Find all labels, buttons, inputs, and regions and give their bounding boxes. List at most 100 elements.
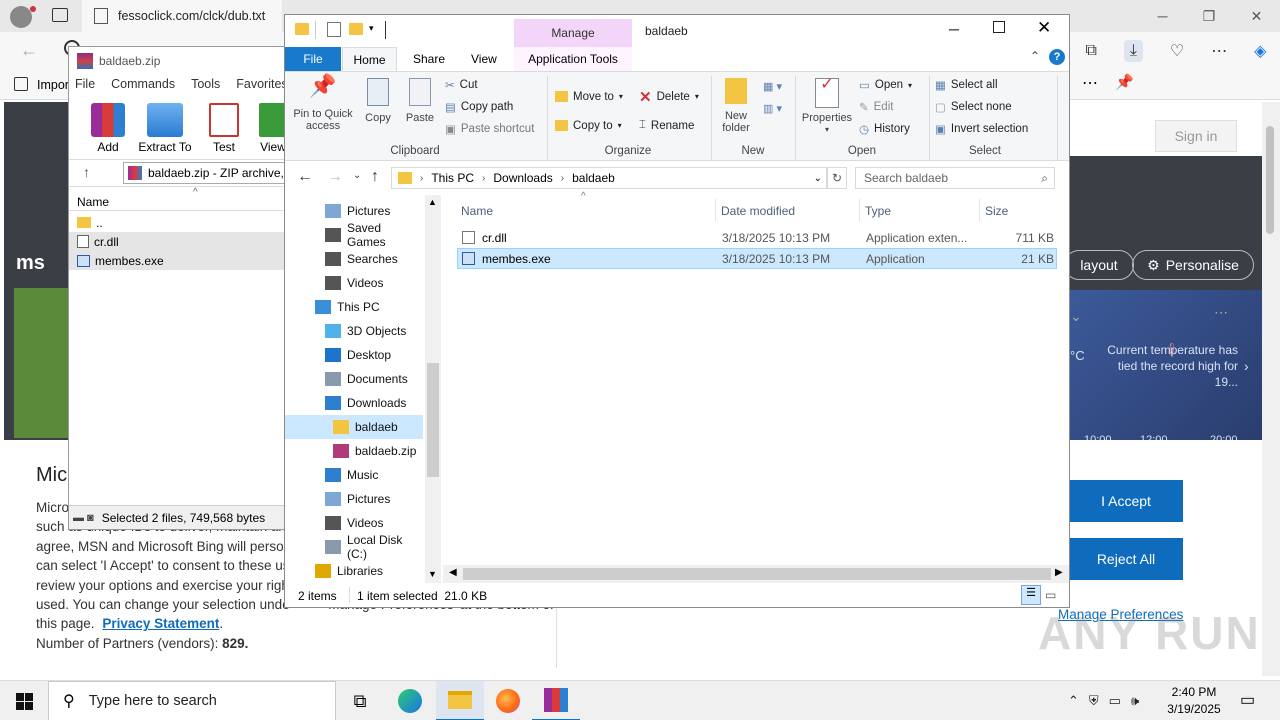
explorer-title-bar[interactable]: ▾ Manage baldaeb ─ ✕ <box>285 15 1069 47</box>
test-button[interactable]: Test <box>201 103 247 153</box>
tab-share[interactable]: Share <box>413 52 445 66</box>
nav-item[interactable]: Pictures <box>285 199 423 223</box>
history-button[interactable]: ◷ History <box>859 118 912 140</box>
properties-button[interactable]: ✓ Properties ▾ <box>799 77 855 136</box>
collapse-ribbon-icon[interactable]: ⌃ <box>1030 49 1040 63</box>
large-icons-view-icon[interactable]: ▭ <box>1045 588 1056 602</box>
tab-file[interactable]: File <box>285 47 341 71</box>
invert-selection-button[interactable]: ▣ Invert selection <box>935 118 1028 140</box>
scrollbar-thumb[interactable] <box>1266 126 1274 234</box>
nav-item[interactable]: baldaeb <box>285 415 423 439</box>
name-column-header[interactable]: Name <box>77 195 109 209</box>
help-icon[interactable]: ? <box>1049 49 1065 65</box>
copy-path-button[interactable]: ▤ Copy path <box>445 96 534 118</box>
table-row[interactable]: cr.dll 3/18/2025 10:13 PM Application exte… <box>457 227 1057 248</box>
date-column-header[interactable]: Date modified <box>721 204 795 218</box>
signin-button[interactable]: Sign in <box>1155 120 1237 152</box>
tab-home[interactable]: Home <box>342 47 397 72</box>
move-to-button[interactable]: Move to ▾ <box>555 82 623 111</box>
manage-context-tab[interactable]: Manage <box>514 19 632 47</box>
scroll-right-icon[interactable]: ▶ <box>1055 567 1063 578</box>
easy-access-icon[interactable]: ▥ ▾ <box>763 98 782 120</box>
menu-commands[interactable]: Commands <box>111 77 175 91</box>
cut-button[interactable]: ✂ Cut <box>445 74 534 96</box>
volume-icon[interactable]: 🕪 <box>1131 693 1139 709</box>
new-item-icon[interactable]: ▦ ▾ <box>763 76 782 98</box>
rename-button[interactable]: ⌶ Rename <box>639 111 699 140</box>
task-view-button[interactable]: ⧉ <box>336 681 384 720</box>
nav-item[interactable]: baldaeb.zip <box>285 439 423 463</box>
nav-item[interactable]: Videos <box>285 271 423 295</box>
nav-item[interactable]: Libraries <box>285 559 423 583</box>
minimize-icon[interactable]: ─ <box>949 21 959 37</box>
type-column-header[interactable]: Type <box>865 204 891 218</box>
restore-icon[interactable]: ❐ <box>1203 8 1216 25</box>
breadcrumb-baldaeb[interactable]: baldaeb <box>572 171 615 185</box>
more-icon[interactable]: ⋯ <box>1082 73 1098 93</box>
start-button[interactable] <box>0 681 48 720</box>
minimize-icon[interactable]: ─ <box>1158 8 1168 24</box>
details-view-icon[interactable]: ☰ <box>1021 585 1041 605</box>
up-arrow-icon[interactable]: ↑ <box>83 164 90 180</box>
import-favorites-link[interactable]: Impor <box>37 78 69 92</box>
name-column-header[interactable]: Name <box>461 204 493 218</box>
file-explorer-taskbar-button[interactable] <box>436 681 484 720</box>
nav-item[interactable]: This PC <box>285 295 423 319</box>
more-icon[interactable]: ⋯ <box>1211 41 1227 61</box>
paste-shortcut-button[interactable]: ▣ Paste shortcut <box>445 118 534 140</box>
winrar-taskbar-button[interactable] <box>532 681 580 720</box>
edge-taskbar-button[interactable] <box>386 681 434 720</box>
back-icon[interactable]: ← <box>297 168 313 186</box>
collections-icon[interactable]: ⧉ <box>1085 42 1096 60</box>
nav-scrollbar[interactable]: ▲ ▼ <box>425 195 441 583</box>
refresh-button[interactable]: ↻ <box>827 167 847 189</box>
winrar-path-field[interactable]: baldaeb.zip - ZIP archive, <box>123 162 293 184</box>
weather-expand-icon[interactable]: ⌄ <box>1070 308 1082 325</box>
close-icon[interactable]: ✕ <box>1251 8 1263 25</box>
nav-item[interactable]: Music <box>285 463 423 487</box>
nav-item[interactable]: Searches <box>285 247 423 271</box>
scrollbar-thumb[interactable] <box>427 363 439 477</box>
menu-tools[interactable]: Tools <box>191 77 220 91</box>
nav-item[interactable]: Local Disk (C:) <box>285 533 423 561</box>
address-dropdown-icon[interactable]: ⌄ <box>814 173 822 184</box>
copilot-icon[interactable]: ◈ <box>1254 41 1266 61</box>
open-button[interactable]: ▭ Open ▾ <box>859 74 912 96</box>
extract-to-button[interactable]: Extract To <box>137 103 193 153</box>
pin-to-quick-access-button[interactable]: 📌 Pin to Quick access <box>289 75 357 133</box>
list-item[interactable]: cr.dll <box>69 232 285 251</box>
table-row[interactable]: membes.exe 3/18/2025 10:13 PM Application 2… <box>457 248 1057 269</box>
menu-file[interactable]: File <box>75 77 95 91</box>
layout-button[interactable]: layout <box>1064 250 1134 280</box>
edit-button[interactable]: ✎ Edit <box>859 96 912 118</box>
customize-quick-access-icon[interactable]: ▾ <box>369 23 374 34</box>
winrar-title-bar[interactable]: baldaeb.zip <box>69 47 285 75</box>
new-folder-button[interactable]: New folder <box>715 78 757 134</box>
weather-more-icon[interactable]: ⋯ <box>1214 304 1228 321</box>
show-hidden-icons-icon[interactable]: ⌃ <box>1068 693 1079 709</box>
scroll-left-icon[interactable]: ◀ <box>449 567 457 578</box>
add-button[interactable]: Add <box>83 103 133 153</box>
reject-all-button[interactable]: Reject All <box>1069 538 1183 580</box>
nav-item[interactable]: Desktop <box>285 343 423 367</box>
horizontal-scrollbar[interactable]: ◀ ▶ <box>443 565 1069 583</box>
scrollbar-thumb[interactable] <box>463 568 1051 580</box>
browser-tab-active[interactable]: fessoclick.com/clck/dub.txt <box>82 0 282 32</box>
personalise-button[interactable]: ⚙ Personalise <box>1132 250 1254 280</box>
size-column-header[interactable]: Size <box>985 204 1008 218</box>
copy-to-button[interactable]: Copy to ▾ <box>555 111 623 140</box>
nav-item[interactable]: Videos <box>285 511 423 535</box>
import-icon[interactable] <box>14 77 28 91</box>
profile-avatar-icon[interactable] <box>10 6 32 28</box>
close-icon[interactable]: ✕ <box>1037 18 1051 38</box>
pin-icon[interactable]: 📌 <box>1115 73 1134 91</box>
select-all-button[interactable]: ▦ Select all <box>935 74 1028 96</box>
downloads-icon[interactable]: ⤓ <box>1123 40 1143 62</box>
clock[interactable]: 2:40 PM 3/19/2025 <box>1162 684 1226 718</box>
breadcrumb-downloads[interactable]: Downloads <box>493 171 552 185</box>
nav-item[interactable]: Pictures <box>285 487 423 511</box>
list-item[interactable]: .. <box>69 213 285 232</box>
menu-favorites[interactable]: Favorites <box>236 77 287 91</box>
back-icon[interactable]: ← <box>20 40 38 61</box>
properties-quick-icon[interactable] <box>327 22 341 37</box>
